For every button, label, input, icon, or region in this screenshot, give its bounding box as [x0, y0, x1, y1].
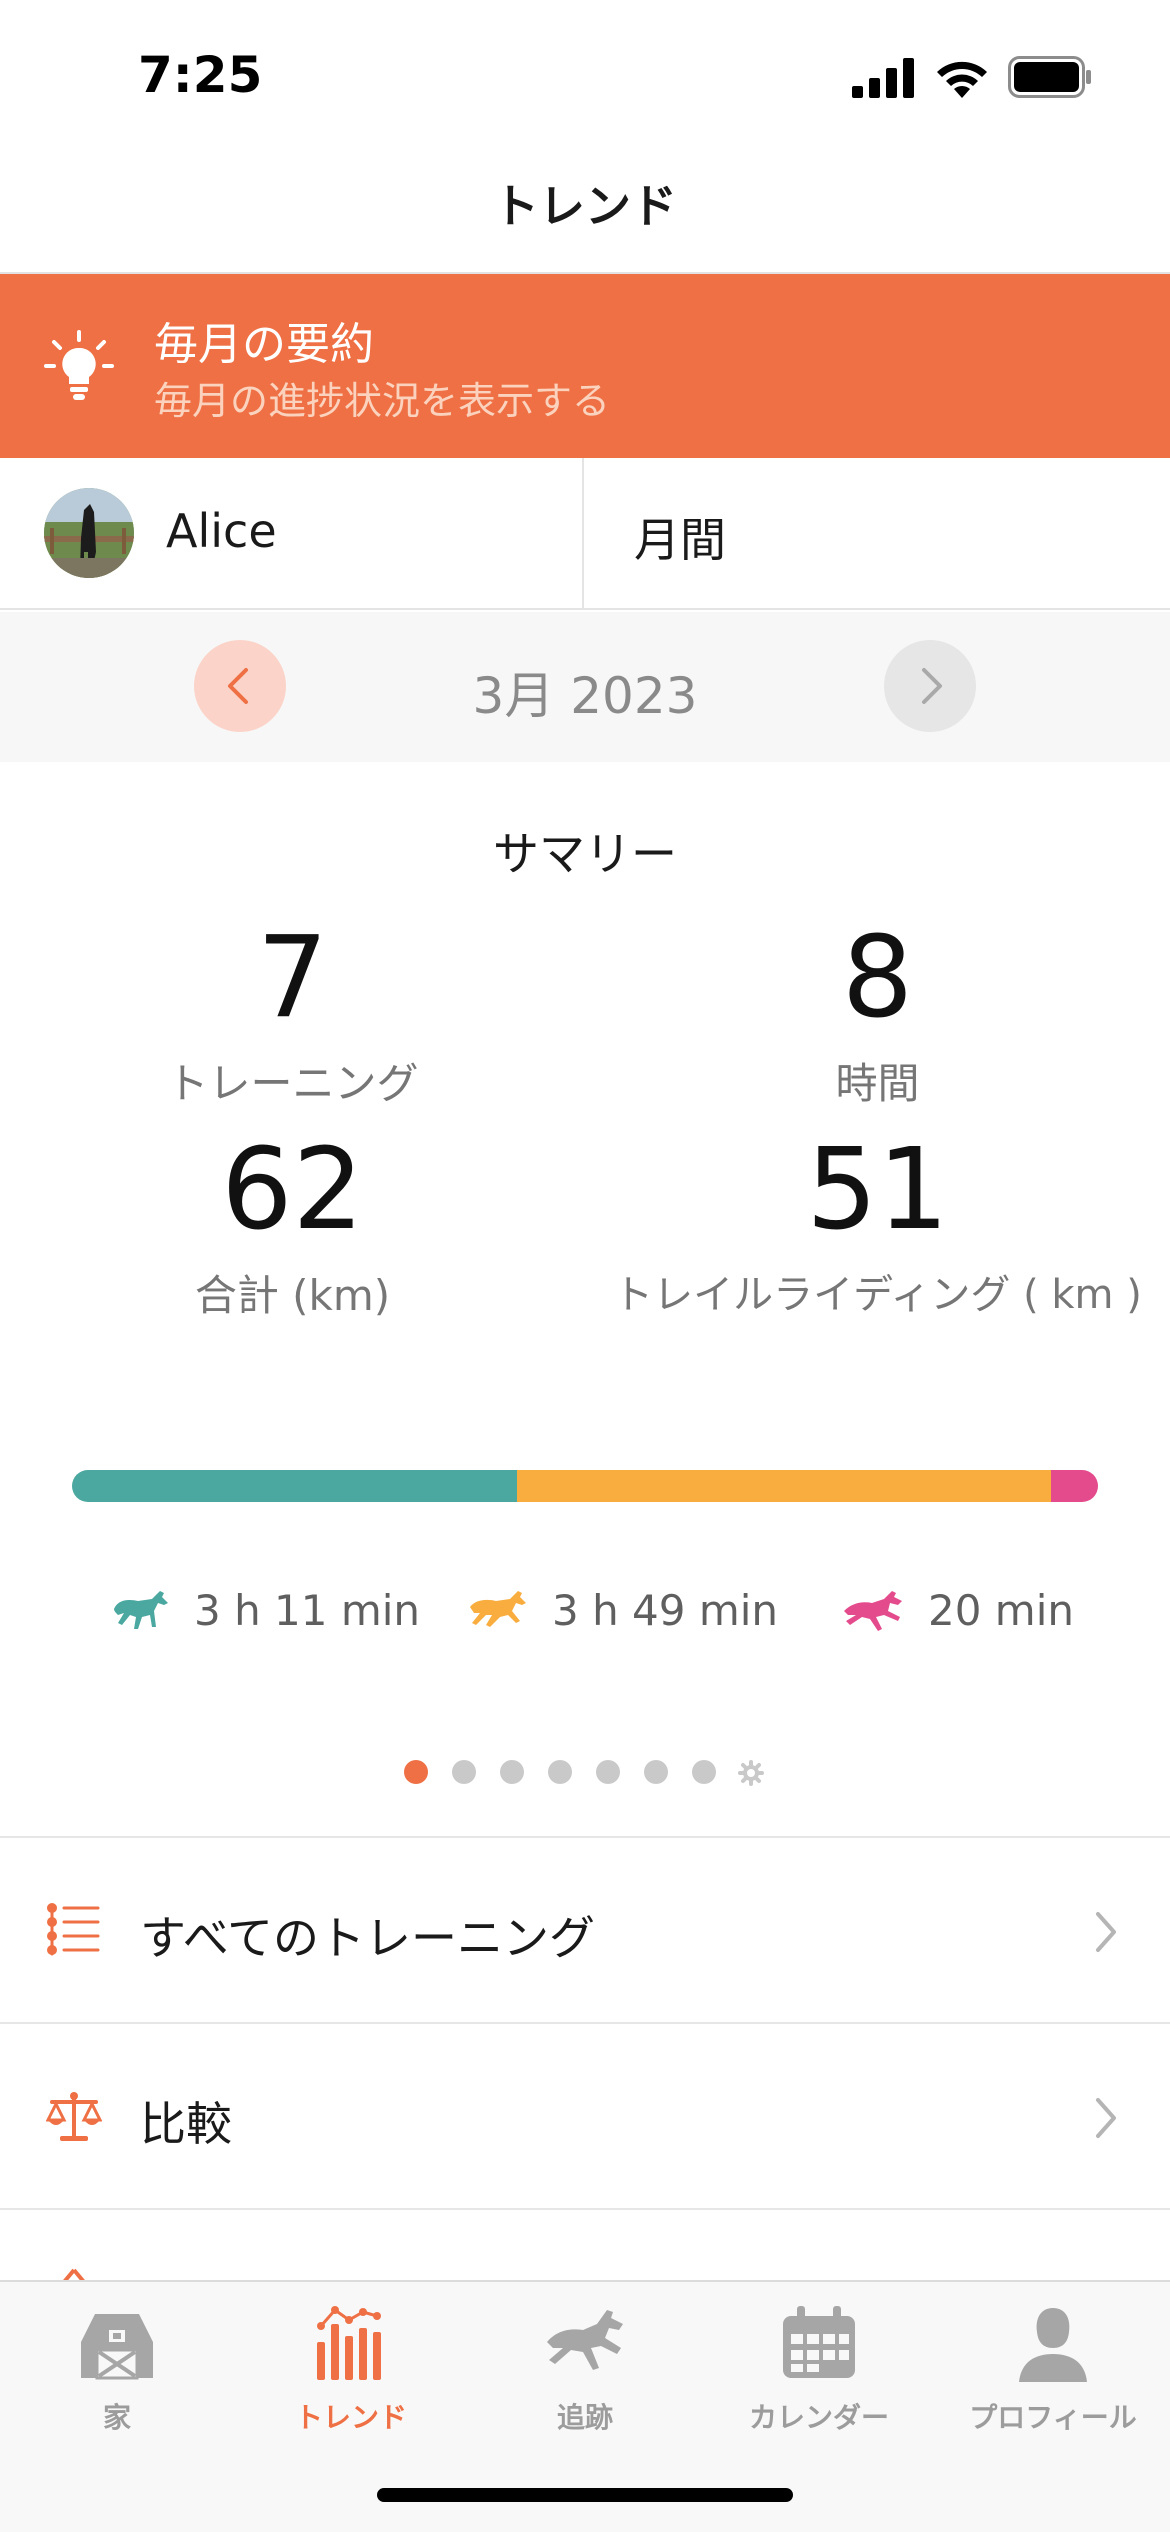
tab-label: 家 — [102, 2401, 131, 2434]
cellular-signal-icon — [852, 58, 914, 98]
monthly-summary-banner[interactable]: 毎月の要約 毎月の進捗状況を表示する — [0, 274, 1170, 458]
tab-home[interactable]: 家 — [0, 2302, 234, 2442]
stat-trail-km: 51 トレイルライディング ( km ) — [585, 1134, 1170, 1320]
trot-segment — [517, 1470, 1051, 1502]
page-dot[interactable] — [548, 1760, 572, 1784]
tab-label: プロフィール — [969, 2401, 1137, 2434]
calendar-icon — [783, 2306, 855, 2378]
page-dot[interactable] — [404, 1760, 428, 1784]
period-label: 月間 — [634, 513, 726, 567]
stat-value: 62 — [221, 1125, 364, 1255]
lightbulb-icon — [44, 330, 114, 400]
horse-icon — [547, 2310, 623, 2370]
stat-label: トレーニング — [166, 1059, 419, 1108]
tab-label: トレンド — [294, 2401, 407, 2434]
menu-label: すべてのトレーニング — [140, 1911, 595, 1965]
galloping-horse-icon — [844, 1591, 902, 1631]
status-bar: 7:25 — [0, 0, 1170, 150]
page-title: トレンド — [493, 179, 677, 233]
menu-label: 比較 — [140, 2097, 232, 2151]
page-dot[interactable] — [692, 1760, 716, 1784]
horse-selector[interactable]: Alice — [0, 458, 584, 608]
tab-label: 追跡 — [556, 2401, 613, 2434]
month-label: 3月 2023 — [472, 667, 698, 725]
stat-label: 合計 (km) — [194, 1271, 391, 1320]
wifi-icon — [937, 61, 987, 98]
barn-icon — [81, 2314, 153, 2380]
bar-chart-icon — [317, 2306, 381, 2380]
page-indicator — [404, 1760, 774, 1786]
horse-name: Alice — [166, 504, 277, 558]
gait-canter: 20 min — [842, 1580, 1074, 1640]
month-navigation: 3月 2023 — [0, 612, 1170, 762]
chevron-right-icon — [1096, 1912, 1116, 1952]
page-dot[interactable] — [452, 1760, 476, 1784]
compare-row[interactable]: 比較 — [0, 2024, 1170, 2208]
stat-value: 8 — [841, 913, 914, 1043]
stat-value: 7 — [256, 913, 329, 1043]
list-icon — [47, 1903, 100, 1956]
chevron-right-icon — [1096, 2098, 1116, 2138]
selector-row: Alice 月間 — [0, 458, 1170, 610]
tab-label: カレンダー — [748, 2401, 889, 2434]
gait-trot-duration: 3 h 49 min — [552, 1585, 779, 1635]
stat-hours: 8 時間 — [585, 922, 1170, 1111]
tab-trends[interactable]: トレンド — [234, 2302, 468, 2442]
gait-trot: 3 h 49 min — [466, 1580, 778, 1640]
walk-segment — [72, 1470, 518, 1502]
avatar — [44, 488, 134, 578]
banner-subtitle: 毎月の進捗状況を表示する — [154, 379, 611, 423]
gait-walk-duration: 3 h 11 min — [194, 1585, 421, 1635]
period-selector[interactable]: 月間 — [586, 458, 1170, 608]
chevron-right-icon — [922, 668, 942, 704]
canter-segment — [1050, 1470, 1098, 1502]
stat-value: 51 — [806, 1125, 949, 1255]
gait-walk: 3 h 11 min — [108, 1580, 420, 1640]
trotting-horse-icon — [470, 1591, 526, 1627]
stat-label: 時間 — [835, 1059, 920, 1108]
page-dot[interactable] — [644, 1760, 668, 1784]
status-time: 7:25 — [138, 46, 263, 104]
stat-label: トレイルライディング ( km ) — [613, 1272, 1142, 1318]
gait-canter-duration: 20 min — [928, 1585, 1074, 1635]
banner-title: 毎月の要約 — [154, 319, 374, 370]
page-dot[interactable] — [596, 1760, 620, 1784]
walking-horse-icon — [114, 1591, 168, 1629]
next-month-button[interactable] — [884, 640, 976, 732]
tab-tracking[interactable]: 追跡 — [468, 2302, 702, 2442]
previous-month-button[interactable] — [194, 640, 286, 732]
page-dot[interactable] — [500, 1760, 524, 1784]
settings-gear-icon[interactable] — [738, 1760, 764, 1786]
tab-profile[interactable]: プロフィール — [936, 2302, 1170, 2442]
scale-icon — [46, 2092, 102, 2141]
stat-trainings: 7 トレーニング — [0, 922, 585, 1111]
stat-total-km: 62 合計 (km) — [0, 1134, 585, 1323]
summary-title: サマリー — [493, 827, 677, 881]
gait-distribution-bar — [72, 1470, 1098, 1502]
menu-divider — [0, 2208, 1170, 2210]
chevron-left-icon — [228, 668, 248, 704]
home-indicator — [377, 2488, 793, 2502]
battery-icon — [1008, 56, 1091, 98]
tab-calendar[interactable]: カレンダー — [702, 2302, 936, 2442]
all-trainings-row[interactable]: すべてのトレーニング — [0, 1838, 1170, 2022]
person-icon — [1019, 2308, 1087, 2382]
